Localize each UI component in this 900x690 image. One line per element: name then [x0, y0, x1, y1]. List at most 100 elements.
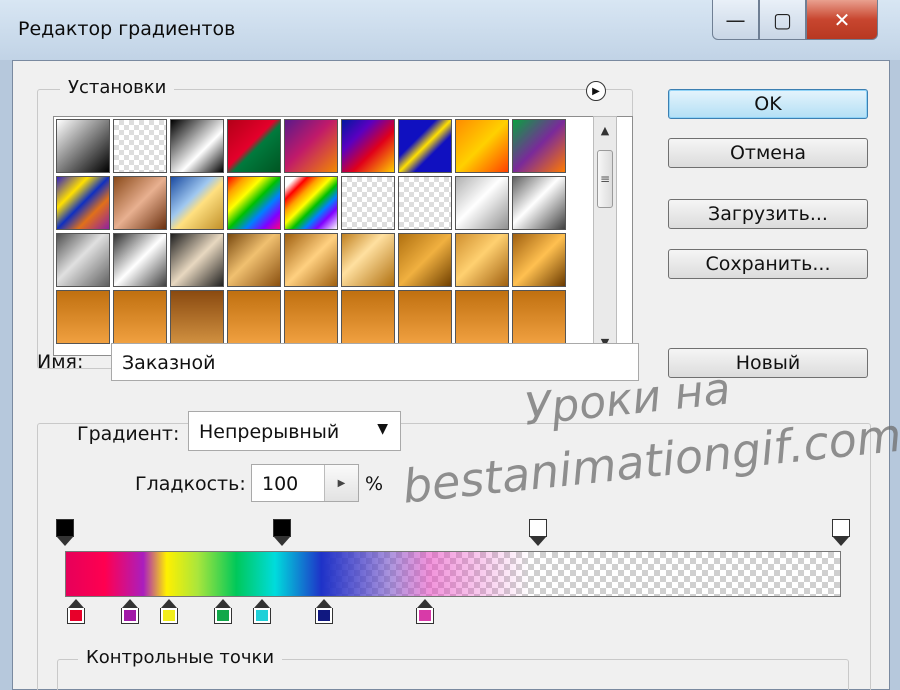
color-stop-swatch [217, 610, 230, 621]
color-stop[interactable] [121, 599, 140, 624]
title-bar[interactable]: Редактор градиентов — ▢ ✕ [0, 0, 900, 60]
grip-icon: ≡ [599, 172, 611, 186]
preset-swatch[interactable] [284, 233, 338, 287]
preset-swatch[interactable] [455, 290, 509, 344]
dialog-client: Установки ▶ ▲ ≡ ▼ OK Отмена Загрузить...… [12, 60, 890, 690]
color-stop-swatch [163, 610, 176, 621]
color-stop-box [121, 608, 140, 624]
preset-swatch[interactable] [341, 290, 395, 344]
preset-swatch[interactable] [455, 233, 509, 287]
color-stop-tip [68, 599, 84, 608]
preset-swatch[interactable] [56, 290, 110, 344]
preset-swatch[interactable] [398, 290, 452, 344]
preset-swatch[interactable] [341, 233, 395, 287]
preset-swatch[interactable] [227, 233, 281, 287]
preset-swatch[interactable] [398, 233, 452, 287]
preset-swatch[interactable] [284, 176, 338, 230]
preset-swatch[interactable] [56, 233, 110, 287]
dropdown-arrow-icon: ▼ [377, 421, 388, 437]
presets-grid[interactable] [53, 116, 633, 356]
gradient-bar[interactable] [65, 551, 841, 597]
smoothness-unit: % [365, 473, 384, 495]
color-stop-tip [254, 599, 271, 608]
name-label: Имя: [37, 351, 84, 373]
presets-scrollbar[interactable]: ▲ ≡ ▼ [593, 116, 617, 356]
scroll-thumb[interactable]: ≡ [597, 150, 613, 208]
load-button[interactable]: Загрузить... [668, 199, 868, 229]
preset-swatch[interactable] [113, 176, 167, 230]
preset-swatch[interactable] [512, 119, 566, 173]
maximize-icon: ▢ [773, 7, 792, 32]
preset-swatch[interactable] [341, 119, 395, 173]
maximize-button[interactable]: ▢ [759, 0, 806, 40]
ok-button[interactable]: OK [668, 89, 868, 119]
gradient-editor-window: Редактор градиентов — ▢ ✕ Установки ▶ ▲ … [0, 0, 900, 690]
color-stop-box [315, 608, 334, 624]
opacity-stop[interactable] [529, 519, 548, 546]
preset-swatch[interactable] [512, 233, 566, 287]
preset-swatch[interactable] [170, 119, 224, 173]
color-stop-tip [417, 599, 434, 608]
preset-swatch[interactable] [113, 290, 167, 344]
close-button[interactable]: ✕ [806, 0, 878, 40]
color-stop[interactable] [253, 599, 272, 624]
preset-swatch[interactable] [284, 290, 338, 344]
color-stop-tip [215, 599, 232, 608]
opacity-stop[interactable] [56, 519, 74, 546]
opacity-stop-box [832, 519, 850, 537]
color-stop-box [214, 608, 233, 624]
preset-swatch[interactable] [170, 290, 224, 344]
color-stop[interactable] [214, 599, 233, 624]
control-points-group: Контрольные точки [57, 647, 849, 690]
color-stop-swatch [318, 610, 331, 621]
preset-swatch[interactable] [227, 176, 281, 230]
cancel-button[interactable]: Отмена [668, 138, 868, 168]
preset-swatch[interactable] [455, 176, 509, 230]
triangle-right-icon[interactable]: ▶ [586, 81, 606, 101]
preset-swatch[interactable] [398, 176, 452, 230]
opacity-stop-tip [833, 537, 849, 546]
preset-swatch[interactable] [56, 176, 110, 230]
preset-swatch[interactable] [113, 233, 167, 287]
smoothness-input[interactable]: 100 ▶ [251, 464, 359, 502]
opacity-stop-tip [57, 537, 73, 546]
triangle-right-icon: ▶ [337, 477, 346, 489]
gradient-type-value: Непрерывный [199, 421, 340, 443]
color-stop[interactable] [160, 599, 179, 624]
opacity-stop[interactable] [273, 519, 292, 546]
smoothness-spin-button[interactable]: ▶ [324, 465, 358, 501]
color-stop-swatch [70, 610, 82, 621]
gradient-type-select[interactable]: Непрерывный ▼ [188, 411, 401, 451]
preset-swatch[interactable] [113, 119, 167, 173]
scroll-up-icon[interactable]: ▲ [594, 119, 616, 141]
color-stop-tip [161, 599, 178, 608]
preset-swatch[interactable] [284, 119, 338, 173]
smoothness-value: 100 [262, 473, 299, 495]
preset-swatch[interactable] [170, 233, 224, 287]
name-input[interactable]: Заказной [111, 343, 639, 381]
preset-swatch[interactable] [512, 290, 566, 344]
preset-swatch[interactable] [56, 119, 110, 173]
color-stop[interactable] [416, 599, 435, 624]
color-stop-box [253, 608, 272, 624]
minimize-icon: — [725, 7, 746, 32]
window-title: Редактор градиентов [18, 18, 236, 40]
preset-swatch[interactable] [455, 119, 509, 173]
presets-legend: Установки [60, 77, 175, 98]
opacity-stop[interactable] [832, 519, 850, 546]
color-stop-box [416, 608, 435, 624]
color-stop-tip [122, 599, 139, 608]
color-stop-swatch [256, 610, 269, 621]
preset-swatch[interactable] [227, 290, 281, 344]
control-points-legend: Контрольные точки [78, 647, 283, 668]
preset-swatch[interactable] [341, 176, 395, 230]
minimize-button[interactable]: — [712, 0, 759, 40]
preset-swatch[interactable] [512, 176, 566, 230]
preset-swatch[interactable] [170, 176, 224, 230]
save-button[interactable]: Сохранить... [668, 249, 868, 279]
color-stop[interactable] [67, 599, 85, 624]
close-icon: ✕ [833, 7, 851, 32]
preset-swatch[interactable] [227, 119, 281, 173]
preset-swatch[interactable] [398, 119, 452, 173]
color-stop[interactable] [315, 599, 334, 624]
